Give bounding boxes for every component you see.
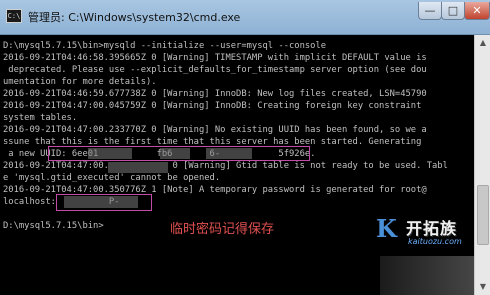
scroll-thumb[interactable] xyxy=(477,185,489,245)
console-line: D:\mysql5.7.15\bin> xyxy=(3,221,104,231)
console-line: e 'mysql.gtid_executed' cannot be opened… xyxy=(3,173,221,183)
console-line: 2016-09-21T04:47:00.045759Z 0 [Warning] … xyxy=(3,101,422,111)
maximize-button[interactable]: □ xyxy=(441,2,465,20)
console-line: D:\mysql5.7.15\bin>mysqld --initialize -… xyxy=(3,41,327,51)
vertical-scrollbar[interactable]: ▲ ▼ xyxy=(474,35,490,295)
timestamp-redaction xyxy=(108,162,168,173)
kaituozu-logo-icon: K xyxy=(376,214,397,243)
scroll-down-icon[interactable]: ▼ xyxy=(476,280,490,294)
console-line: 2016-09-21T04:47:00.233770Z 0 [Warning] … xyxy=(3,125,427,135)
title-bar[interactable]: C:\ 管理员: C:\Windows\system32\cmd.exe — □… xyxy=(0,0,490,35)
console-line: system tables. xyxy=(3,113,78,123)
minimize-button[interactable]: — xyxy=(418,2,442,20)
close-button[interactable]: ✕ xyxy=(464,2,490,20)
password-annotation: 临时密码记得保存 xyxy=(170,222,275,237)
site-watermark: K 开拓族 kaituozu.com xyxy=(372,212,490,270)
watermark-url: kaituozu.com xyxy=(408,237,462,246)
uuid-highlight xyxy=(48,146,310,161)
console-line: 2016-09-21T04:47:00. 0 [Warning] Gtid ta… xyxy=(3,161,448,171)
window-title: 管理员: C:\Windows\system32\cmd.exe xyxy=(28,11,241,24)
console-line: 2016-09-21T04:46:58.395665Z 0 [Warning] … xyxy=(3,53,427,63)
watermark-name: 开拓族 xyxy=(406,219,458,238)
console-line: 2016-09-21T04:46:59.677738Z 0 [Warning] … xyxy=(3,89,427,99)
console-line: deprecated. Please use --explicit_defaul… xyxy=(3,65,427,75)
console-line: umentation for more details). xyxy=(3,77,157,87)
cmd-window: C:\ 管理员: C:\Windows\system32\cmd.exe — □… xyxy=(0,0,490,295)
cmd-app-icon[interactable]: C:\ xyxy=(6,9,22,23)
scroll-up-icon[interactable]: ▲ xyxy=(476,36,490,50)
password-highlight xyxy=(56,194,152,211)
